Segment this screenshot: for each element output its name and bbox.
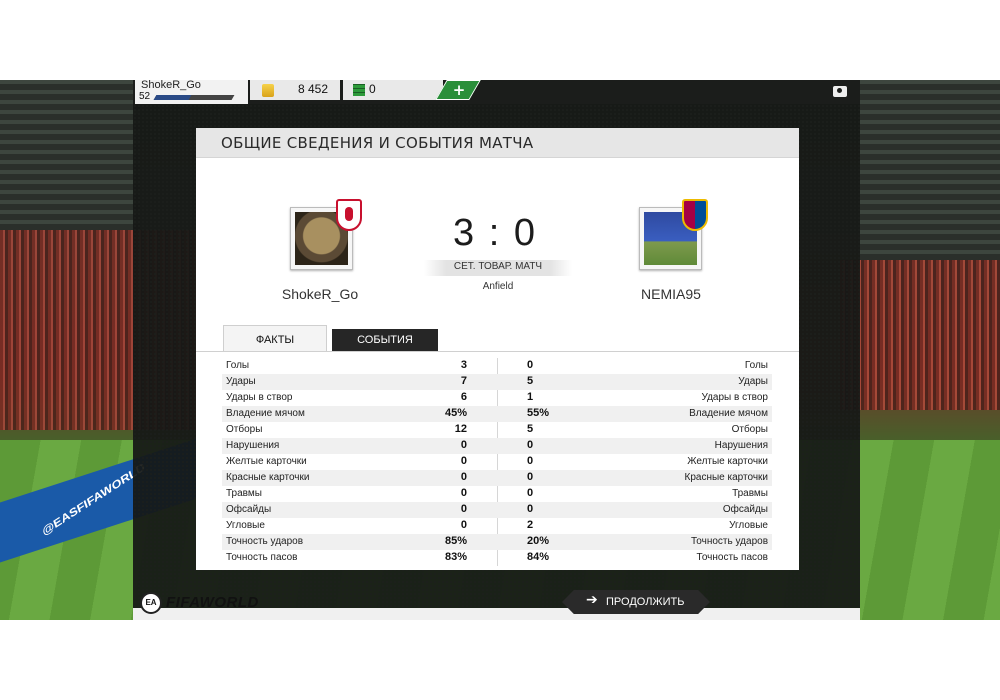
xp-progress-fill [153,95,192,100]
stat-label-away: Отборы [731,424,768,435]
away-team-name: NEMIA95 [641,286,701,302]
tab-events[interactable]: СОБЫТИЯ [332,329,438,351]
stat-row: Травмы 0 0 Травмы [222,486,772,502]
match-type: СЕТ. ТОВАР. МАТЧ [453,261,543,272]
stat-label-home: Точность ударов [226,536,304,547]
stat-label-home: Угловые [226,520,265,531]
plus-icon[interactable]: + [451,80,467,100]
stat-label-away: Офсайды [722,504,768,515]
stat-value-home: 12 [454,423,467,435]
stat-value-home: 0 [460,487,467,499]
stat-row: Офсайды 0 0 Офсайды [222,502,772,518]
match-score: 3 : 0 [453,212,537,254]
stat-row: Точность ударов 85% 20% Точность ударов [222,534,772,550]
stat-value-away: 2 [527,519,534,531]
stat-label-home: Красные карточки [226,472,310,483]
stat-label-home: Удары в створ [226,392,293,403]
xp-progress-bar [153,95,235,100]
stat-label-home: Желтые карточки [226,456,307,467]
stat-value-home: 3 [460,359,467,371]
stat-value-home: 85% [444,535,467,547]
stat-row: Желтые карточки 0 0 Желтые карточки [222,454,772,470]
stat-row: Точность пасов 83% 84% Точность пасов [222,550,772,566]
stat-value-away: 84% [527,551,550,563]
points-icon [353,84,365,96]
stat-row: Отборы 12 5 Отборы [222,422,772,438]
stat-value-home: 0 [460,471,467,483]
stat-value-home: 0 [460,519,467,531]
stat-value-home: 6 [460,391,467,403]
stat-label-away: Нарушения [714,440,768,451]
stadium-name: Anfield [482,281,514,292]
stat-row: Красные карточки 0 0 Красные карточки [222,470,772,486]
stat-value-home: 0 [460,455,467,467]
stadium-roof-right [860,80,1000,260]
stat-label-home: Травмы [226,488,262,499]
home-team-name: ShokeR_Go [281,286,359,302]
stat-label-away: Красные карточки [684,472,768,483]
stat-value-away: 55% [527,407,550,419]
stat-value-away: 5 [527,423,534,435]
camera-icon[interactable] [833,86,847,97]
barcelona-crest-icon [682,199,708,231]
stat-value-home: 0 [460,439,467,451]
stat-label-away: Травмы [732,488,768,499]
arrow-right-icon[interactable]: ➔ [586,592,598,608]
stat-value-away: 0 [527,487,534,499]
stat-row: Голы 3 0 Голы [222,358,772,374]
stat-label-away: Точность пасов [696,552,769,563]
stat-label-away: Точность ударов [690,536,768,547]
stat-label-away: Угловые [729,520,768,531]
username: ShokeR_Go [141,79,201,91]
stat-label-away: Удары в створ [701,392,769,403]
stat-value-away: 0 [527,439,534,451]
stat-value-away: 1 [527,391,534,403]
coins-icon [262,84,274,97]
stat-label-home: Нарушения [226,440,280,451]
stat-row: Удары в створ 6 1 Удары в створ [222,390,772,406]
ea-sports-logo: EA [140,592,162,614]
stats-table: Голы 3 0 Голы Удары 7 5 Удары Удары в створ 6 1 Уда… [222,358,772,566]
stat-label-home: Голы [226,360,250,371]
stat-value-home: 7 [460,375,467,387]
points-value: 0 [369,82,376,96]
stat-label-away: Владение мячом [689,408,768,419]
continue-button-label[interactable]: ПРОДОЛЖИТЬ [606,596,684,608]
stat-value-away: 0 [527,359,534,371]
stat-row: Угловые 0 2 Угловые [222,518,772,534]
crowd-right [840,260,1000,410]
stat-value-home: 45% [444,407,467,419]
page-title: ОБЩИЕ СВЕДЕНИЯ И СОБЫТИЯ МАТЧА [221,134,534,152]
stat-label-away: Голы [744,360,768,371]
stat-value-away: 20% [527,535,550,547]
stat-row: Владение мячом 45% 55% Владение мячом [222,406,772,422]
stat-value-home: 83% [444,551,467,563]
stat-value-away: 0 [527,503,534,515]
stat-label-home: Отборы [226,424,263,435]
stat-value-away: 5 [527,375,534,387]
liverpool-crest-icon [336,199,362,231]
stat-label-home: Владение мячом [226,408,305,419]
stat-label-away: Удары [738,376,768,387]
stat-value-away: 0 [527,455,534,467]
coins-value: 8 452 [298,82,329,96]
stat-row: Удары 7 5 Удары [222,374,772,390]
stat-label-home: Офсайды [226,504,272,515]
stadium-roof-left [0,80,140,230]
stat-row: Нарушения 0 0 Нарушения [222,438,772,454]
tab-facts[interactable]: ФАКТЫ [223,325,327,351]
fifa-world-logo: FIFAWORLD [166,594,259,611]
stat-label-home: Точность пасов [226,552,298,563]
stat-value-home: 0 [460,503,467,515]
stat-value-away: 0 [527,471,534,483]
user-level: 52 [139,91,151,102]
stat-label-away: Желтые карточки [687,456,768,467]
stat-label-home: Удары [226,376,256,387]
